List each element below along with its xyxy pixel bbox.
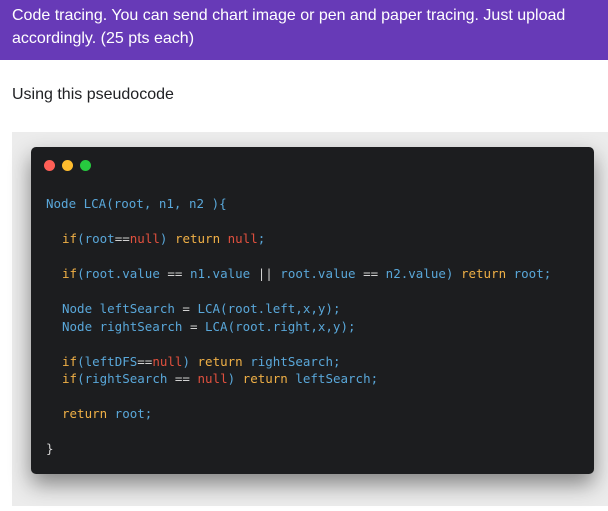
code-token: = <box>182 301 190 316</box>
code-token: if <box>62 371 78 386</box>
code-line: Node leftSearch = LCA(root.left,x,y); <box>46 300 551 318</box>
code-token: (leftDFS <box>77 353 138 369</box>
code-window: Node LCA(root, n1, n2 ){if(root==null) r… <box>31 147 594 474</box>
code-token: LCA(root.right,x,y); <box>197 318 356 334</box>
code-token: return <box>62 406 108 421</box>
code-token: root; <box>506 266 552 281</box>
code-line: Node LCA(root, n1, n2 ){ <box>46 195 551 213</box>
code-token: leftSearch; <box>287 371 379 386</box>
code-token: == <box>363 266 379 281</box>
code-token: null <box>129 231 160 246</box>
code-token: || <box>257 266 273 281</box>
question-title: Code tracing. You can send chart image o… <box>12 7 566 47</box>
code-token: ; <box>257 231 266 246</box>
code-token: } <box>46 441 54 456</box>
code-token: (root <box>77 231 115 246</box>
code-line: if(leftDFS==null) return rightSearch; <box>46 353 551 371</box>
code-line: Node rightSearch = LCA(root.right,x,y); <box>46 318 551 336</box>
code-line: return root; <box>46 405 551 423</box>
minimize-dot-icon <box>62 160 73 171</box>
code-token: return <box>460 266 507 281</box>
maximize-dot-icon <box>80 160 91 171</box>
code-token: Node leftSearch <box>62 301 183 316</box>
code-token: ) <box>182 353 198 369</box>
code-token: ) <box>227 371 243 386</box>
code-token: n2.value) <box>378 266 461 281</box>
question-description: Using this pseudocode <box>12 86 174 103</box>
code-token: null <box>197 371 228 386</box>
code-token: if <box>62 231 78 246</box>
code-line: } <box>46 440 551 458</box>
code-line: if(rightSearch == null) return leftSearc… <box>46 370 551 388</box>
code-token: null <box>227 231 258 246</box>
code-token: if <box>62 353 78 369</box>
code-token: == <box>174 371 190 386</box>
code-line: if(root==null) return null; <box>46 230 551 248</box>
code-token: LCA(root.left,x,y); <box>189 301 341 316</box>
code-token: return <box>197 353 243 369</box>
code-token: if <box>62 266 78 281</box>
code-token: (rightSearch <box>77 371 175 386</box>
code-token: Node LCA(root, n1, n2 ){ <box>46 196 227 211</box>
code-token: root.value <box>272 266 364 281</box>
code-token: return <box>242 371 288 386</box>
code-block: Node LCA(root, n1, n2 ){if(root==null) r… <box>46 195 551 458</box>
code-token: Node rightSearch <box>62 318 190 334</box>
question-header: Code tracing. You can send chart image o… <box>0 0 608 60</box>
code-token: return <box>174 231 221 246</box>
code-token: (root.value <box>77 266 168 281</box>
code-token: ) <box>159 231 175 246</box>
code-token: null <box>152 353 183 369</box>
code-token: rightSearch; <box>242 353 341 369</box>
code-token: == <box>114 231 130 246</box>
code-token: == <box>137 353 153 369</box>
window-controls <box>44 160 98 171</box>
code-token: n1.value <box>182 266 258 281</box>
code-line: if(root.value == n1.value || root.value … <box>46 265 551 283</box>
code-token: root; <box>107 406 153 421</box>
code-token: == <box>167 266 183 281</box>
close-dot-icon <box>44 160 55 171</box>
